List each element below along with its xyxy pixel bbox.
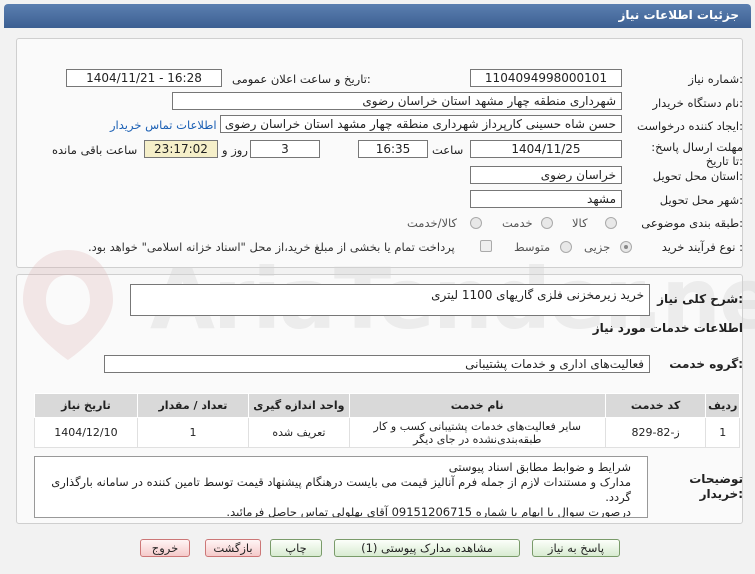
- cell-row: 1: [705, 417, 740, 448]
- buyer-notes-line: درصورت سوال یا ابهام با شماره 0915120671…: [226, 505, 631, 518]
- deadline-date-field[interactable]: 1404/11/25: [470, 140, 622, 158]
- announce-label: تاریخ و ساعت اعلان عمومی:: [232, 72, 371, 86]
- table-row[interactable]: 1 ز-82-829 سایر فعالیت‌های خدمات پشتیبان…: [34, 417, 740, 448]
- summary-field[interactable]: خرید زیرمخزنی فلزی گاریهای 1100 لیتری: [130, 284, 650, 316]
- remaining-time-field: 23:17:02: [144, 140, 218, 158]
- buyer-org-field[interactable]: شهرداری منطقه چهار مشهد استان خراسان رضو…: [172, 92, 622, 110]
- category-both-radio[interactable]: [470, 217, 482, 229]
- col-row-header: ردیف: [705, 393, 740, 418]
- process-label: نوع فرآیند خرید :: [661, 240, 743, 254]
- time-label: ساعت: [432, 143, 464, 157]
- col-name-header: نام خدمت: [348, 393, 606, 418]
- col-qty-header: تعداد / مقدار: [136, 393, 250, 418]
- exit-button[interactable]: خروج: [140, 539, 190, 557]
- back-button[interactable]: بازگشت: [205, 539, 261, 557]
- treasury-payment-checkbox[interactable]: [480, 240, 492, 252]
- buyer-notes-line: شرایط و ضوابط مطابق اسناد پیوستی: [448, 460, 631, 474]
- announce-field[interactable]: 1404/11/21 - 16:28: [66, 69, 222, 87]
- reply-button[interactable]: پاسخ به نیاز: [532, 539, 620, 557]
- deadline-label: مهلت ارسال پاسخ: تا تاریخ:: [651, 140, 743, 168]
- cell-qty: 1: [136, 417, 250, 448]
- buyer-notes-line: مدارک و مستندات لازم از جمله فرم آنالیز …: [51, 475, 631, 504]
- summary-label: شرح کلی نیاز:: [657, 292, 743, 306]
- services-section-title: اطلاعات خدمات مورد نیاز: [592, 321, 743, 335]
- category-goods-radio[interactable]: [605, 217, 617, 229]
- buyer-contact-link[interactable]: اطلاعات تماس خریدار: [110, 118, 217, 132]
- need-number-field[interactable]: 1104094998000101: [470, 69, 622, 87]
- services-table: ردیف کد خدمت نام خدمت واحد اندازه گیری ت…: [34, 393, 740, 448]
- remaining-label: ساعت باقی مانده: [52, 143, 138, 157]
- attachments-button[interactable]: مشاهده مدارک پیوستی (1): [334, 539, 520, 557]
- process-medium-radio[interactable]: [560, 241, 572, 253]
- cell-name: سایر فعالیت‌های خدمات پشتیبانی کسب و کار…: [348, 417, 606, 448]
- need-number-label: شماره نیاز:: [688, 72, 743, 86]
- buyer-notes-label: توضیحات خریدار:: [689, 472, 743, 501]
- col-unit-header: واحد اندازه گیری: [248, 393, 350, 418]
- days-field[interactable]: 3: [250, 140, 320, 158]
- service-group-label: گروه خدمت:: [669, 357, 743, 371]
- category-both-label: کالا/خدمت: [407, 216, 458, 230]
- buyer-org-label: نام دستگاه خریدار:: [652, 96, 743, 110]
- buyer-notes-textarea[interactable]: شرایط و ضوابط مطابق اسناد پیوستی مدارک و…: [34, 456, 648, 518]
- table-header-row: ردیف کد خدمت نام خدمت واحد اندازه گیری ت…: [34, 393, 740, 418]
- category-goods-label: کالا: [572, 216, 588, 230]
- cell-name-line2: طبقه‌بندی‌نشده در جای دیگر: [413, 432, 542, 446]
- category-service-label: خدمت: [502, 216, 533, 230]
- window-title: جزئیات اطلاعات نیاز: [618, 8, 739, 22]
- print-button[interactable]: چاپ: [270, 539, 322, 557]
- category-service-radio[interactable]: [541, 217, 553, 229]
- treasury-payment-note: پرداخت تمام یا بخشی از مبلغ خرید،از محل …: [88, 240, 455, 254]
- cell-code: ز-82-829: [604, 417, 707, 448]
- process-medium-label: متوسط: [514, 240, 551, 254]
- requester-field[interactable]: حسن شاه حسینی کارپرداز شهرداری منطقه چها…: [220, 115, 622, 133]
- province-label: استان محل تحویل:: [652, 169, 743, 183]
- col-date-header: تاریخ نیاز: [34, 393, 138, 418]
- process-minor-radio[interactable]: [620, 241, 632, 253]
- cell-name-line1: سایر فعالیت‌های خدمات پشتیبانی کسب و کار: [373, 419, 581, 433]
- city-label: شهر محل تحویل:: [659, 193, 743, 207]
- service-group-field[interactable]: فعالیت‌های اداری و خدمات پشتیبانی: [104, 355, 650, 373]
- window-titlebar: جزئیات اطلاعات نیاز: [4, 4, 751, 28]
- cell-date: 1404/12/10: [34, 417, 138, 448]
- province-field[interactable]: خراسان رضوی: [470, 166, 622, 184]
- col-code-header: کد خدمت: [604, 393, 707, 418]
- requester-label: ایجاد کننده درخواست:: [637, 119, 743, 133]
- deadline-time-field[interactable]: 16:35: [358, 140, 428, 158]
- category-label: طبقه بندی موضوعی:: [641, 216, 743, 230]
- process-minor-label: جزیی: [584, 240, 611, 254]
- city-field[interactable]: مشهد: [470, 190, 622, 208]
- cell-unit: تعریف شده: [248, 417, 350, 448]
- days-label: روز و: [222, 143, 248, 157]
